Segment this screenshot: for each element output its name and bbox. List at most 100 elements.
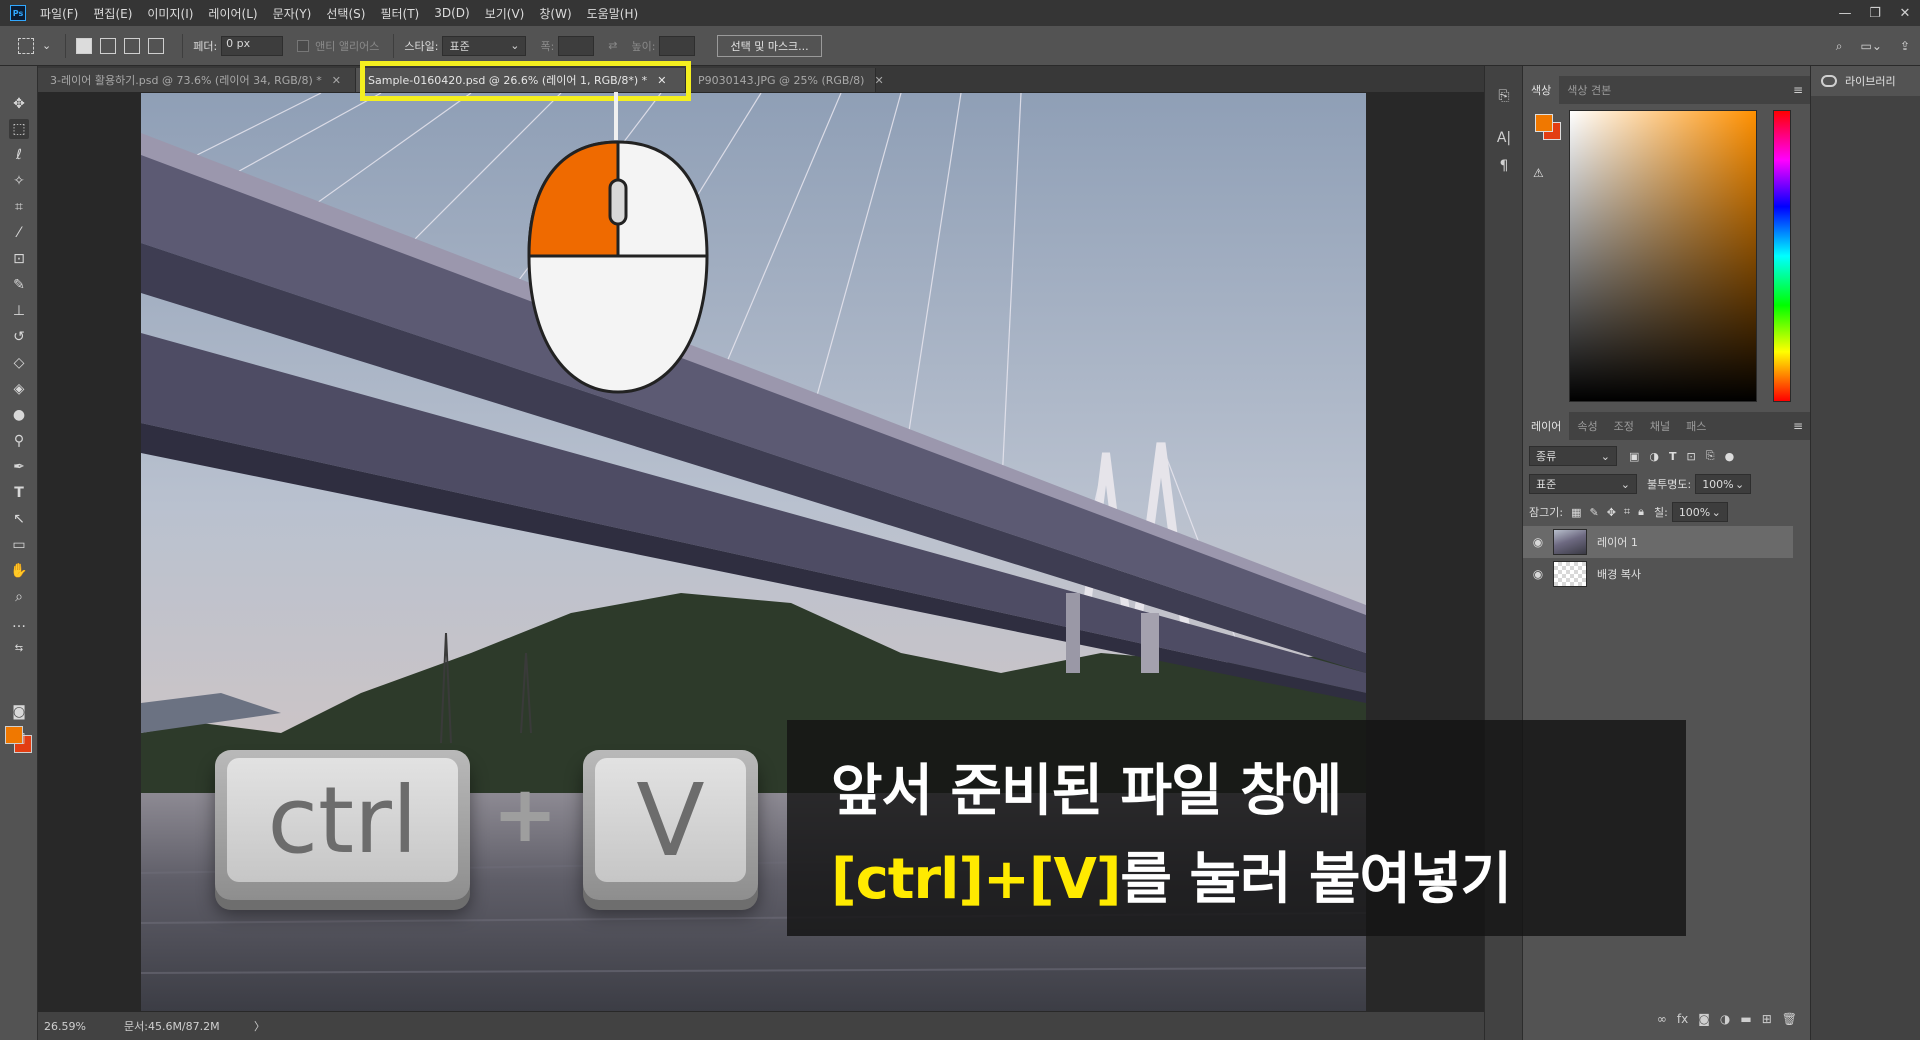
tab-channels[interactable]: 채널 (1642, 412, 1678, 440)
eyedropper-tool-icon[interactable]: ⁄ (9, 223, 29, 243)
intersect-selection-icon[interactable] (148, 37, 165, 54)
paragraph-panel-icon[interactable]: ¶ (1495, 158, 1513, 176)
zoom-level[interactable]: 26.59% (44, 1020, 124, 1033)
gamut-warning-icon[interactable]: ⚠ (1533, 166, 1544, 180)
swap-colors-icon[interactable]: ⇆ (9, 639, 29, 659)
tab-document-3[interactable]: P9030143.JPG @ 25% (RGB/8) ✕ (686, 68, 884, 92)
eye-icon[interactable]: ◉ (1523, 567, 1553, 581)
dodge-tool-icon[interactable]: ⚲ (9, 431, 29, 451)
marquee-preset-icon[interactable] (18, 37, 34, 54)
close-icon[interactable]: ✕ (332, 74, 341, 87)
lock-position-icon[interactable]: ✥ (1607, 506, 1616, 519)
filter-toggle-icon[interactable]: ● (1725, 450, 1735, 463)
tab-adjustments[interactable]: 조정 (1606, 412, 1642, 440)
menu-type[interactable]: 문자(Y) (273, 5, 312, 22)
filter-type-icon[interactable]: T (1669, 450, 1677, 463)
search-icon[interactable]: ⌕ (1836, 39, 1843, 54)
add-mask-icon[interactable]: ◙ (1698, 1012, 1710, 1026)
move-tool-icon[interactable]: ✥ (9, 94, 29, 114)
layer-style-icon[interactable]: fx (1677, 1012, 1688, 1026)
character-panel-icon[interactable]: A| (1495, 130, 1513, 148)
delete-layer-icon[interactable]: 🗑︎ (1782, 1012, 1797, 1026)
brush-tool-icon[interactable]: ✎ (9, 275, 29, 295)
workspace-icon[interactable]: ▭⌄ (1861, 39, 1882, 53)
layer-row-background-copy[interactable]: ◉ 배경 복사 (1523, 558, 1793, 590)
menu-file[interactable]: 파일(F) (40, 5, 78, 22)
height-input[interactable] (659, 35, 696, 56)
add-selection-icon[interactable] (100, 37, 117, 54)
menu-window[interactable]: 창(W) (539, 5, 571, 22)
lasso-tool-icon[interactable]: ℓ (9, 145, 29, 165)
marquee-tool-icon[interactable]: ⬚ (9, 119, 29, 139)
panel-menu-icon[interactable]: ≡ (1793, 419, 1803, 433)
eye-icon[interactable]: ◉ (1523, 535, 1553, 549)
blend-mode-select[interactable]: 표준 ⌄ (1529, 474, 1637, 494)
layer-row-layer-1[interactable]: ◉ 레이어 1 (1523, 526, 1793, 558)
eraser-tool-icon[interactable]: ◇ (9, 353, 29, 373)
menu-image[interactable]: 이미지(I) (147, 5, 193, 22)
history-panel-icon[interactable]: ⎘ (1495, 88, 1513, 106)
link-layers-icon[interactable]: ∞ (1657, 1012, 1667, 1026)
preset-chevron-icon[interactable]: ⌄ (42, 39, 51, 52)
filter-shape-icon[interactable]: ⊡ (1687, 450, 1696, 463)
history-brush-tool-icon[interactable]: ↺ (9, 327, 29, 347)
tab-properties[interactable]: 속성 (1569, 412, 1605, 440)
zoom-tool-icon[interactable]: ⌕ (9, 587, 29, 607)
panel-menu-icon[interactable]: ≡ (1793, 83, 1803, 97)
restore-button[interactable]: ❐ (1860, 6, 1890, 21)
close-button[interactable]: ✕ (1890, 6, 1920, 21)
menu-layer[interactable]: 레이어(L) (208, 5, 257, 22)
antialias-checkbox[interactable] (297, 39, 310, 52)
new-group-icon[interactable]: ▬ (1740, 1012, 1751, 1026)
healing-brush-tool-icon[interactable]: ⊡ (9, 249, 29, 269)
crop-tool-icon[interactable]: ⌗ (9, 197, 29, 217)
hand-tool-icon[interactable]: ✋ (9, 561, 29, 581)
select-and-mask-button[interactable]: 선택 및 마스크... (717, 34, 822, 57)
feather-input[interactable]: 0 px (221, 35, 284, 56)
menu-edit[interactable]: 편집(E) (93, 5, 132, 22)
stamp-tool-icon[interactable]: ⊥ (9, 301, 29, 321)
tab-paths[interactable]: 패스 (1678, 412, 1714, 440)
lock-all-icon[interactable]: 🔒︎ (1638, 505, 1644, 519)
filter-adjustment-icon[interactable]: ◑ (1649, 450, 1659, 463)
color-picker-field[interactable] (1569, 110, 1757, 402)
fill-input[interactable]: 100% ⌄ (1671, 502, 1728, 522)
rectangle-tool-icon[interactable]: ▭ (9, 535, 29, 555)
menu-select[interactable]: 선택(S) (326, 5, 365, 22)
magic-wand-tool-icon[interactable]: ✧ (9, 171, 29, 191)
tab-document-1[interactable]: 3-레이어 활용하기.psd @ 73.6% (레이어 34, RGB/8) *… (38, 68, 356, 92)
subtract-selection-icon[interactable] (124, 37, 141, 54)
menu-3d[interactable]: 3D(D) (434, 6, 469, 20)
blur-tool-icon[interactable]: ● (9, 405, 29, 425)
layer-filter-select[interactable]: 종류 ⌄ (1529, 446, 1617, 466)
menu-filter[interactable]: 필터(T) (380, 5, 419, 22)
new-layer-icon[interactable]: ⊞ (1762, 1012, 1772, 1026)
paint-bucket-tool-icon[interactable]: ◈ (9, 379, 29, 399)
path-selection-tool-icon[interactable]: ↖ (9, 509, 29, 529)
type-tool-icon[interactable]: T (9, 483, 29, 503)
tab-layers[interactable]: 레이어 (1523, 412, 1570, 440)
style-select[interactable]: 표준 ⌄ (442, 35, 527, 56)
menu-view[interactable]: 보기(V) (485, 5, 525, 22)
quick-mask-icon[interactable]: ◙ (9, 702, 29, 722)
opacity-input[interactable]: 100% ⌄ (1695, 474, 1752, 494)
tab-swatches[interactable]: 색상 견본 (1559, 76, 1619, 104)
swap-icon[interactable]: ⇄ (608, 39, 617, 52)
menu-help[interactable]: 도움말(H) (587, 5, 639, 22)
tab-color[interactable]: 색상 (1523, 76, 1560, 104)
minimize-button[interactable]: — (1830, 6, 1860, 21)
close-icon[interactable]: ✕ (874, 74, 883, 87)
lock-transparent-icon[interactable]: ▦ (1571, 506, 1581, 519)
adjustment-layer-icon[interactable]: ◑ (1720, 1012, 1730, 1026)
share-icon[interactable]: ⇪ (1900, 39, 1910, 53)
libraries-tab[interactable]: 라이브러리 (1811, 66, 1920, 96)
panel-foreground-swatch[interactable] (1535, 114, 1553, 132)
new-selection-icon[interactable] (76, 37, 93, 54)
filter-smart-object-icon[interactable]: ⎘ (1706, 449, 1715, 463)
more-tools-icon[interactable]: … (9, 613, 29, 633)
foreground-color-swatch[interactable] (5, 726, 23, 744)
width-input[interactable] (558, 35, 595, 56)
lock-image-icon[interactable]: ✎ (1589, 506, 1598, 519)
lock-artboard-icon[interactable]: ⌗ (1624, 505, 1630, 519)
status-menu-arrow-icon[interactable]: 〉 (254, 1018, 265, 1034)
